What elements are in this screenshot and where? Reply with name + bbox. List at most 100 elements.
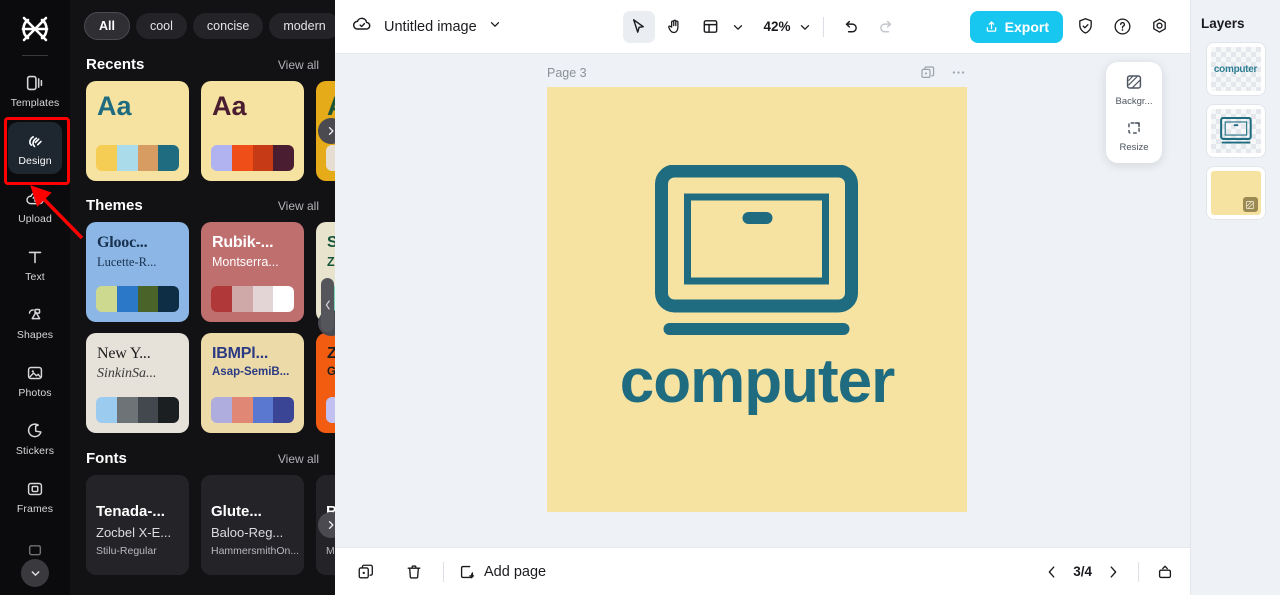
- sidebar-item-design[interactable]: Design: [8, 122, 62, 174]
- panel-collapse-handle[interactable]: [321, 278, 334, 332]
- fonts-section-header: Fonts View all: [70, 433, 335, 475]
- panel-toggle-icon: [1158, 565, 1172, 578]
- theme-card[interactable]: New Y... SinkinSa...: [86, 333, 189, 433]
- theme-card-name: ZY: [327, 345, 335, 362]
- sidebar-item-templates[interactable]: Templates: [8, 64, 62, 116]
- rail-more-button[interactable]: [21, 559, 49, 587]
- toolbar-right-group: Export: [969, 10, 1174, 43]
- font-card[interactable]: Tenada-... Zocbel X-E... Stilu-Regular: [86, 475, 189, 575]
- recents-card[interactable]: Aa: [201, 81, 304, 181]
- duplicate-page-icon: [921, 65, 935, 78]
- theme-card[interactable]: IBMPl... Asap-SemiB...: [201, 333, 304, 433]
- font-card[interactable]: Glute... Baloo-Reg... HammersmithOn...: [201, 475, 304, 575]
- theme-card[interactable]: Glooc... Lucette-R...: [86, 222, 189, 322]
- sidebar-item-stickers[interactable]: Stickers: [8, 412, 62, 464]
- theme-card-name: IBMPl...: [212, 345, 269, 362]
- delete-button[interactable]: [399, 557, 429, 587]
- zoom-level[interactable]: 42%: [760, 19, 793, 34]
- theme-card-name: Sp: [327, 234, 335, 251]
- canvas-area[interactable]: Page 3 computer Backgr... Resize: [335, 54, 1190, 547]
- theme-card-name: Rubik-...: [212, 234, 274, 251]
- layout-caret[interactable]: [730, 20, 744, 34]
- undo-icon: [845, 20, 857, 33]
- font-card-line1: Glute...: [211, 503, 262, 520]
- artboard-word[interactable]: computer: [547, 346, 967, 417]
- rail-divider: [22, 55, 48, 56]
- layer-item-text[interactable]: computer: [1206, 43, 1265, 95]
- select-tool-button[interactable]: [622, 10, 655, 43]
- themes-view-all-link[interactable]: View all: [278, 199, 319, 213]
- filter-chip-cool[interactable]: cool: [135, 13, 187, 39]
- sidebar-item-label: Frames: [16, 502, 54, 515]
- hand-icon: [668, 19, 679, 34]
- undo-button[interactable]: [835, 11, 867, 43]
- duplicate-button[interactable]: [351, 557, 381, 587]
- layer-item-graphic[interactable]: [1206, 105, 1265, 157]
- app-root: Templates Design Upload Text Shapes Phot…: [0, 0, 1280, 595]
- redo-icon: [880, 20, 892, 33]
- sidebar-item-shapes[interactable]: Shapes: [8, 296, 62, 348]
- add-page-button[interactable]: Add page: [458, 563, 546, 581]
- fonts-view-all-link[interactable]: View all: [278, 452, 319, 466]
- export-label: Export: [1004, 18, 1049, 35]
- layers-title: Layers: [1201, 16, 1245, 31]
- export-button[interactable]: Export: [969, 10, 1063, 43]
- page-more-button[interactable]: [950, 64, 967, 86]
- shield-button[interactable]: [1070, 12, 1100, 42]
- themes-card-row-2: New Y... SinkinSa... IBMPl... Asap-SemiB…: [70, 333, 335, 433]
- swatch-strip: [211, 286, 294, 312]
- panel-toggle-button[interactable]: [1156, 563, 1174, 581]
- top-toolbar: Untitled image 42% Export: [335, 0, 1190, 54]
- resize-icon: [1128, 122, 1140, 134]
- gear-icon: [1152, 18, 1166, 33]
- layout-tool-button[interactable]: [694, 11, 726, 43]
- sidebar-item-frames[interactable]: Frames: [8, 470, 62, 522]
- recents-card-sample: Aa: [212, 91, 247, 121]
- photos-icon: [27, 366, 43, 379]
- hand-tool-button[interactable]: [658, 11, 690, 43]
- redo-button[interactable]: [871, 11, 903, 43]
- font-card-line3: Stilu-Regular: [96, 545, 157, 557]
- next-page-button[interactable]: [1105, 564, 1121, 580]
- page-actions: [920, 64, 967, 86]
- duplicate-page-button[interactable]: [920, 65, 936, 86]
- artboard[interactable]: computer: [547, 87, 967, 512]
- swatch-strip: [211, 145, 294, 171]
- theme-card[interactable]: Rubik-... Montserra...: [201, 222, 304, 322]
- recents-card[interactable]: Aa: [86, 81, 189, 181]
- section-title: Fonts: [86, 450, 127, 467]
- laptop-icon: [1219, 117, 1252, 144]
- sidebar-item-photos[interactable]: Photos: [8, 354, 62, 406]
- resize-label: Resize: [1119, 142, 1149, 153]
- sidebar-item-text[interactable]: Text: [8, 238, 62, 290]
- document-title-caret[interactable]: [488, 17, 502, 36]
- font-card-line1: Tenada-...: [96, 503, 165, 520]
- layout-grid-icon: [703, 20, 718, 33]
- layer-item-background[interactable]: [1206, 167, 1265, 219]
- laptop-icon[interactable]: [650, 164, 865, 350]
- resize-button[interactable]: Resize: [1106, 117, 1162, 153]
- zoom-caret[interactable]: [798, 20, 812, 34]
- settings-button[interactable]: [1144, 12, 1174, 42]
- theme-card-name: New Y...: [97, 345, 151, 362]
- capcut-logo-icon[interactable]: [13, 10, 57, 48]
- recents-view-all-link[interactable]: View all: [278, 58, 319, 72]
- theme-card-sub: SinkinSa...: [97, 365, 157, 381]
- sidebar-item-upload[interactable]: Upload: [8, 180, 62, 232]
- document-title[interactable]: Untitled image: [384, 19, 477, 35]
- background-button[interactable]: Backgr...: [1106, 71, 1162, 107]
- export-upload-icon: [986, 21, 996, 32]
- filter-chip-concise[interactable]: concise: [192, 13, 264, 39]
- prev-page-button[interactable]: [1044, 564, 1060, 580]
- section-title: Recents: [86, 56, 145, 73]
- cloud-saved-icon[interactable]: [351, 13, 373, 40]
- filter-chip-modern[interactable]: modern: [269, 13, 335, 39]
- swatch-strip: [326, 397, 335, 423]
- theme-card-sub: Gro: [327, 365, 335, 378]
- filter-chip-all[interactable]: All: [84, 12, 130, 40]
- help-button[interactable]: [1107, 12, 1137, 42]
- sidebar-item-label: Shapes: [16, 328, 54, 341]
- theme-card[interactable]: ZY Gro: [316, 333, 335, 433]
- layer-thumb-word: computer: [1213, 63, 1258, 75]
- canvas-float-panel: Backgr... Resize: [1106, 62, 1162, 163]
